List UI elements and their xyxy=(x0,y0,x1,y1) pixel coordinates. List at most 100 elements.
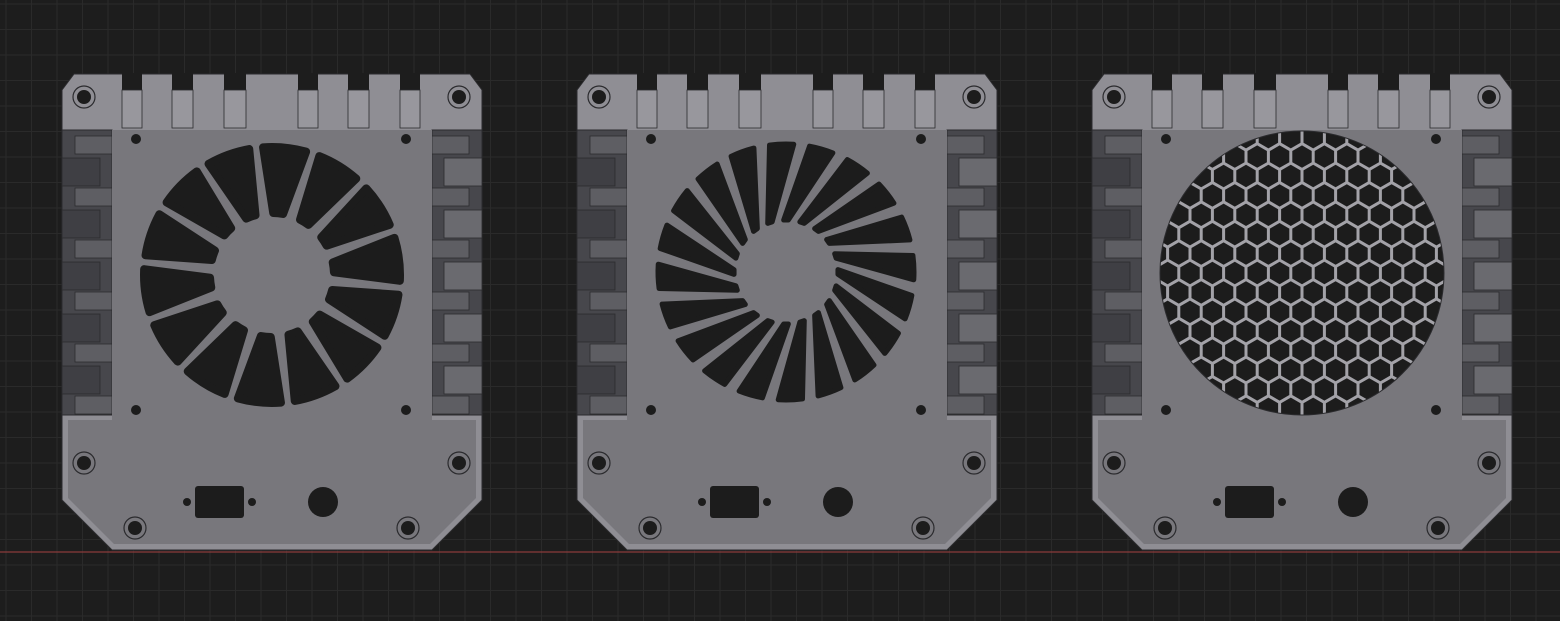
power-jack-hole xyxy=(1338,487,1368,517)
top-slot xyxy=(738,89,762,129)
fin xyxy=(1104,395,1143,415)
fin xyxy=(1104,187,1143,207)
top-notch xyxy=(687,73,708,90)
fin xyxy=(1461,291,1500,311)
top-notch xyxy=(637,73,657,90)
screw-hole xyxy=(967,456,981,470)
top-notch xyxy=(172,73,193,90)
connector-screw-hole xyxy=(698,498,706,506)
fin xyxy=(74,135,113,155)
mount-hole xyxy=(1161,405,1171,415)
fin xyxy=(1461,187,1500,207)
top-notch xyxy=(1378,73,1399,90)
power-jack-hole xyxy=(308,487,338,517)
top-slot xyxy=(1253,89,1277,129)
screw-hole xyxy=(916,521,930,535)
screw-hole xyxy=(1482,90,1496,104)
power-jack-hole xyxy=(823,487,853,517)
fin xyxy=(946,395,985,415)
top-notch xyxy=(863,73,884,90)
fin xyxy=(74,239,113,259)
top-slot xyxy=(297,89,319,129)
fin xyxy=(1091,261,1131,291)
top-slot xyxy=(1377,89,1400,129)
connector-screw-hole xyxy=(1213,498,1221,506)
top-slot xyxy=(121,89,143,129)
mount-hole xyxy=(916,405,926,415)
screw-hole xyxy=(401,521,415,535)
fin xyxy=(576,157,616,187)
fin xyxy=(74,187,113,207)
enclosure-panel-1[interactable] xyxy=(61,73,483,551)
fin xyxy=(443,261,483,291)
top-notch xyxy=(122,73,142,90)
connector-cutout xyxy=(710,486,759,518)
fin xyxy=(958,261,998,291)
mount-hole xyxy=(131,134,141,144)
fin xyxy=(589,187,628,207)
screw-hole xyxy=(452,456,466,470)
connector-cutout xyxy=(195,486,244,518)
fin xyxy=(443,313,483,343)
mount-hole xyxy=(131,405,141,415)
fin xyxy=(1473,313,1513,343)
mount-hole xyxy=(1161,134,1171,144)
fin xyxy=(1104,135,1143,155)
connector-screw-hole xyxy=(1278,498,1286,506)
fin xyxy=(576,261,616,291)
fin xyxy=(431,187,470,207)
fin xyxy=(1104,291,1143,311)
mount-hole xyxy=(401,405,411,415)
mount-hole xyxy=(646,134,656,144)
screw-hole xyxy=(452,90,466,104)
connector-screw-hole xyxy=(183,498,191,506)
screw-hole xyxy=(592,90,606,104)
top-slot xyxy=(1201,89,1224,129)
fin xyxy=(443,365,483,395)
connector-cutout xyxy=(1225,486,1274,518)
fin xyxy=(61,157,101,187)
top-slot xyxy=(914,89,936,129)
top-slot xyxy=(1429,89,1451,129)
fin xyxy=(958,313,998,343)
enclosure-panel-2[interactable] xyxy=(576,73,998,551)
mount-hole xyxy=(1431,405,1441,415)
fin xyxy=(1461,395,1500,415)
fin xyxy=(443,157,483,187)
fin xyxy=(431,395,470,415)
fin xyxy=(576,209,616,239)
fin xyxy=(1473,209,1513,239)
fin xyxy=(61,313,101,343)
fin xyxy=(576,313,616,343)
fin xyxy=(589,239,628,259)
fin xyxy=(1461,239,1500,259)
top-slot xyxy=(686,89,709,129)
top-slot xyxy=(636,89,658,129)
fin xyxy=(61,365,101,395)
top-notch xyxy=(739,73,761,90)
fin xyxy=(431,291,470,311)
fin xyxy=(61,261,101,291)
top-notch xyxy=(915,73,935,90)
3d-viewport[interactable] xyxy=(0,0,1560,621)
fin xyxy=(1473,261,1513,291)
screw-hole xyxy=(1107,90,1121,104)
fin xyxy=(958,157,998,187)
fin xyxy=(443,209,483,239)
fin xyxy=(431,135,470,155)
fin xyxy=(1091,313,1131,343)
fin xyxy=(946,291,985,311)
screw-hole xyxy=(643,521,657,535)
mount-hole xyxy=(401,134,411,144)
enclosure-panel-3[interactable] xyxy=(1091,73,1513,551)
screw-hole xyxy=(592,456,606,470)
fin xyxy=(1091,209,1131,239)
top-slot xyxy=(812,89,834,129)
fin xyxy=(61,209,101,239)
fin xyxy=(431,343,470,363)
fin xyxy=(589,395,628,415)
fin xyxy=(431,239,470,259)
mount-hole xyxy=(646,405,656,415)
fin xyxy=(958,365,998,395)
mount-hole xyxy=(1431,134,1441,144)
